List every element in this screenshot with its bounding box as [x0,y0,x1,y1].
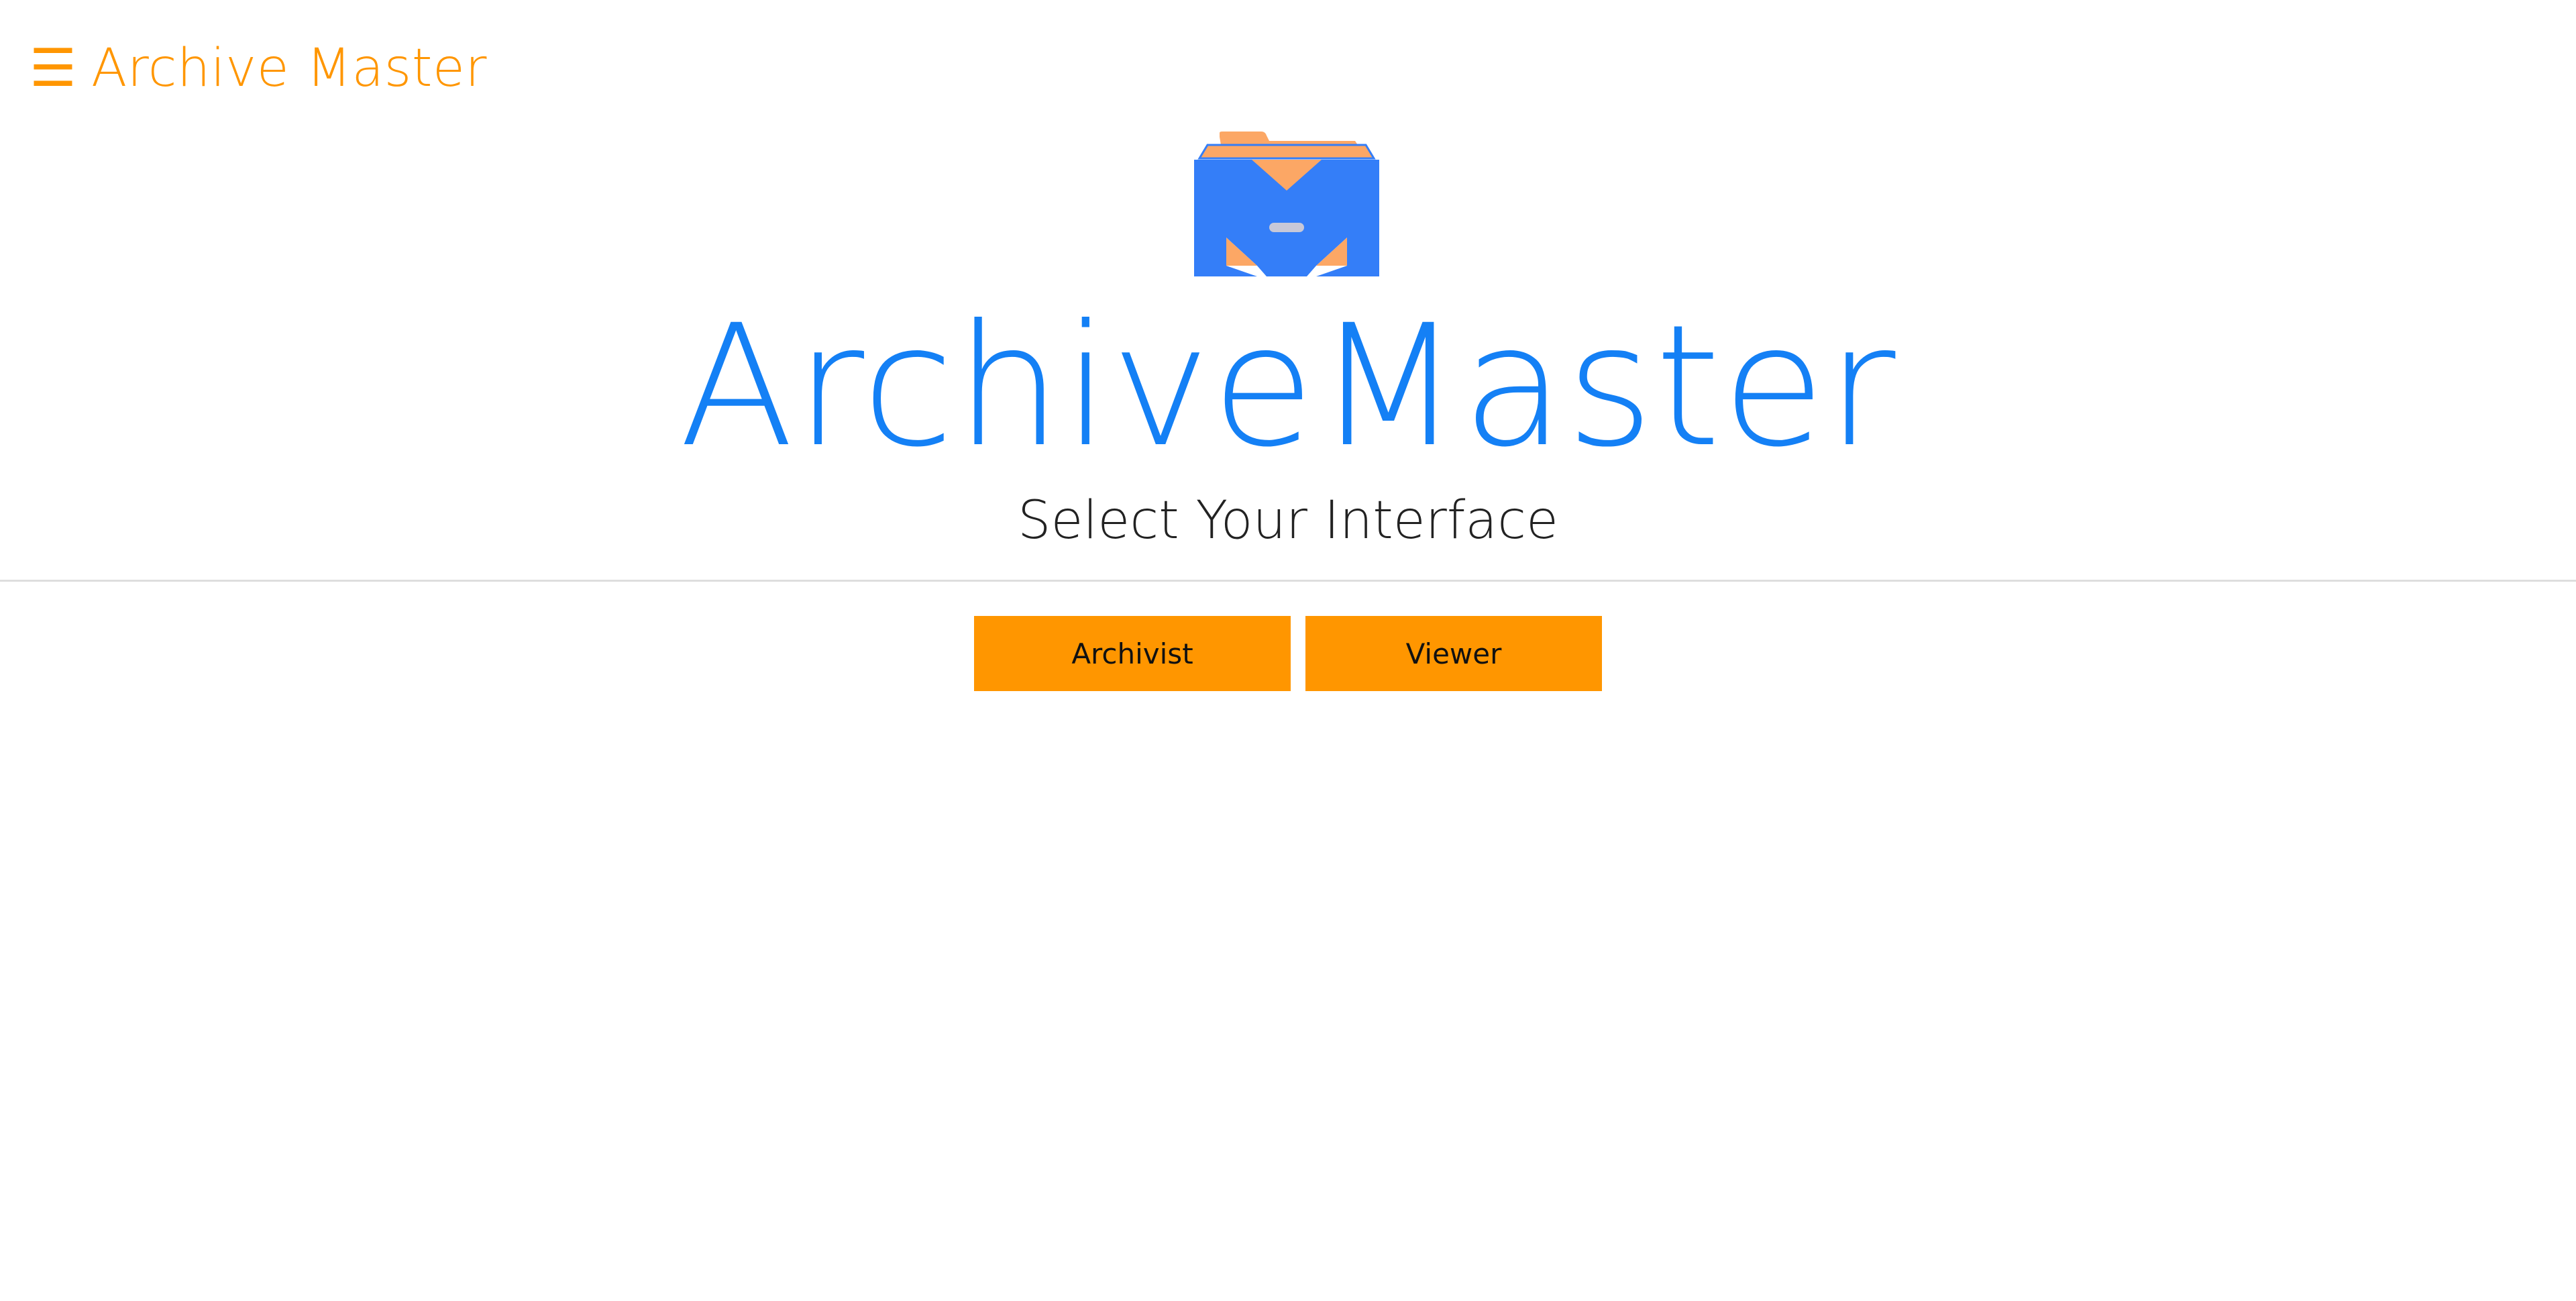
app-name: Archive Master [91,38,487,99]
interface-choice-row: Archivist Viewer [0,616,2576,691]
hero-title: ArchiveMaster [679,289,1897,484]
archive-cabinet-icon [1194,132,1379,276]
archivist-button[interactable]: Archivist [974,616,1291,691]
hamburger-menu-icon[interactable]: ☰ [30,42,76,95]
app-menu-toggle[interactable]: ☰ Archive Master [30,35,487,102]
hero-subtitle: Select Your Interface [1018,490,1558,551]
viewer-button[interactable]: Viewer [1305,616,1602,691]
section-divider [0,580,2576,582]
